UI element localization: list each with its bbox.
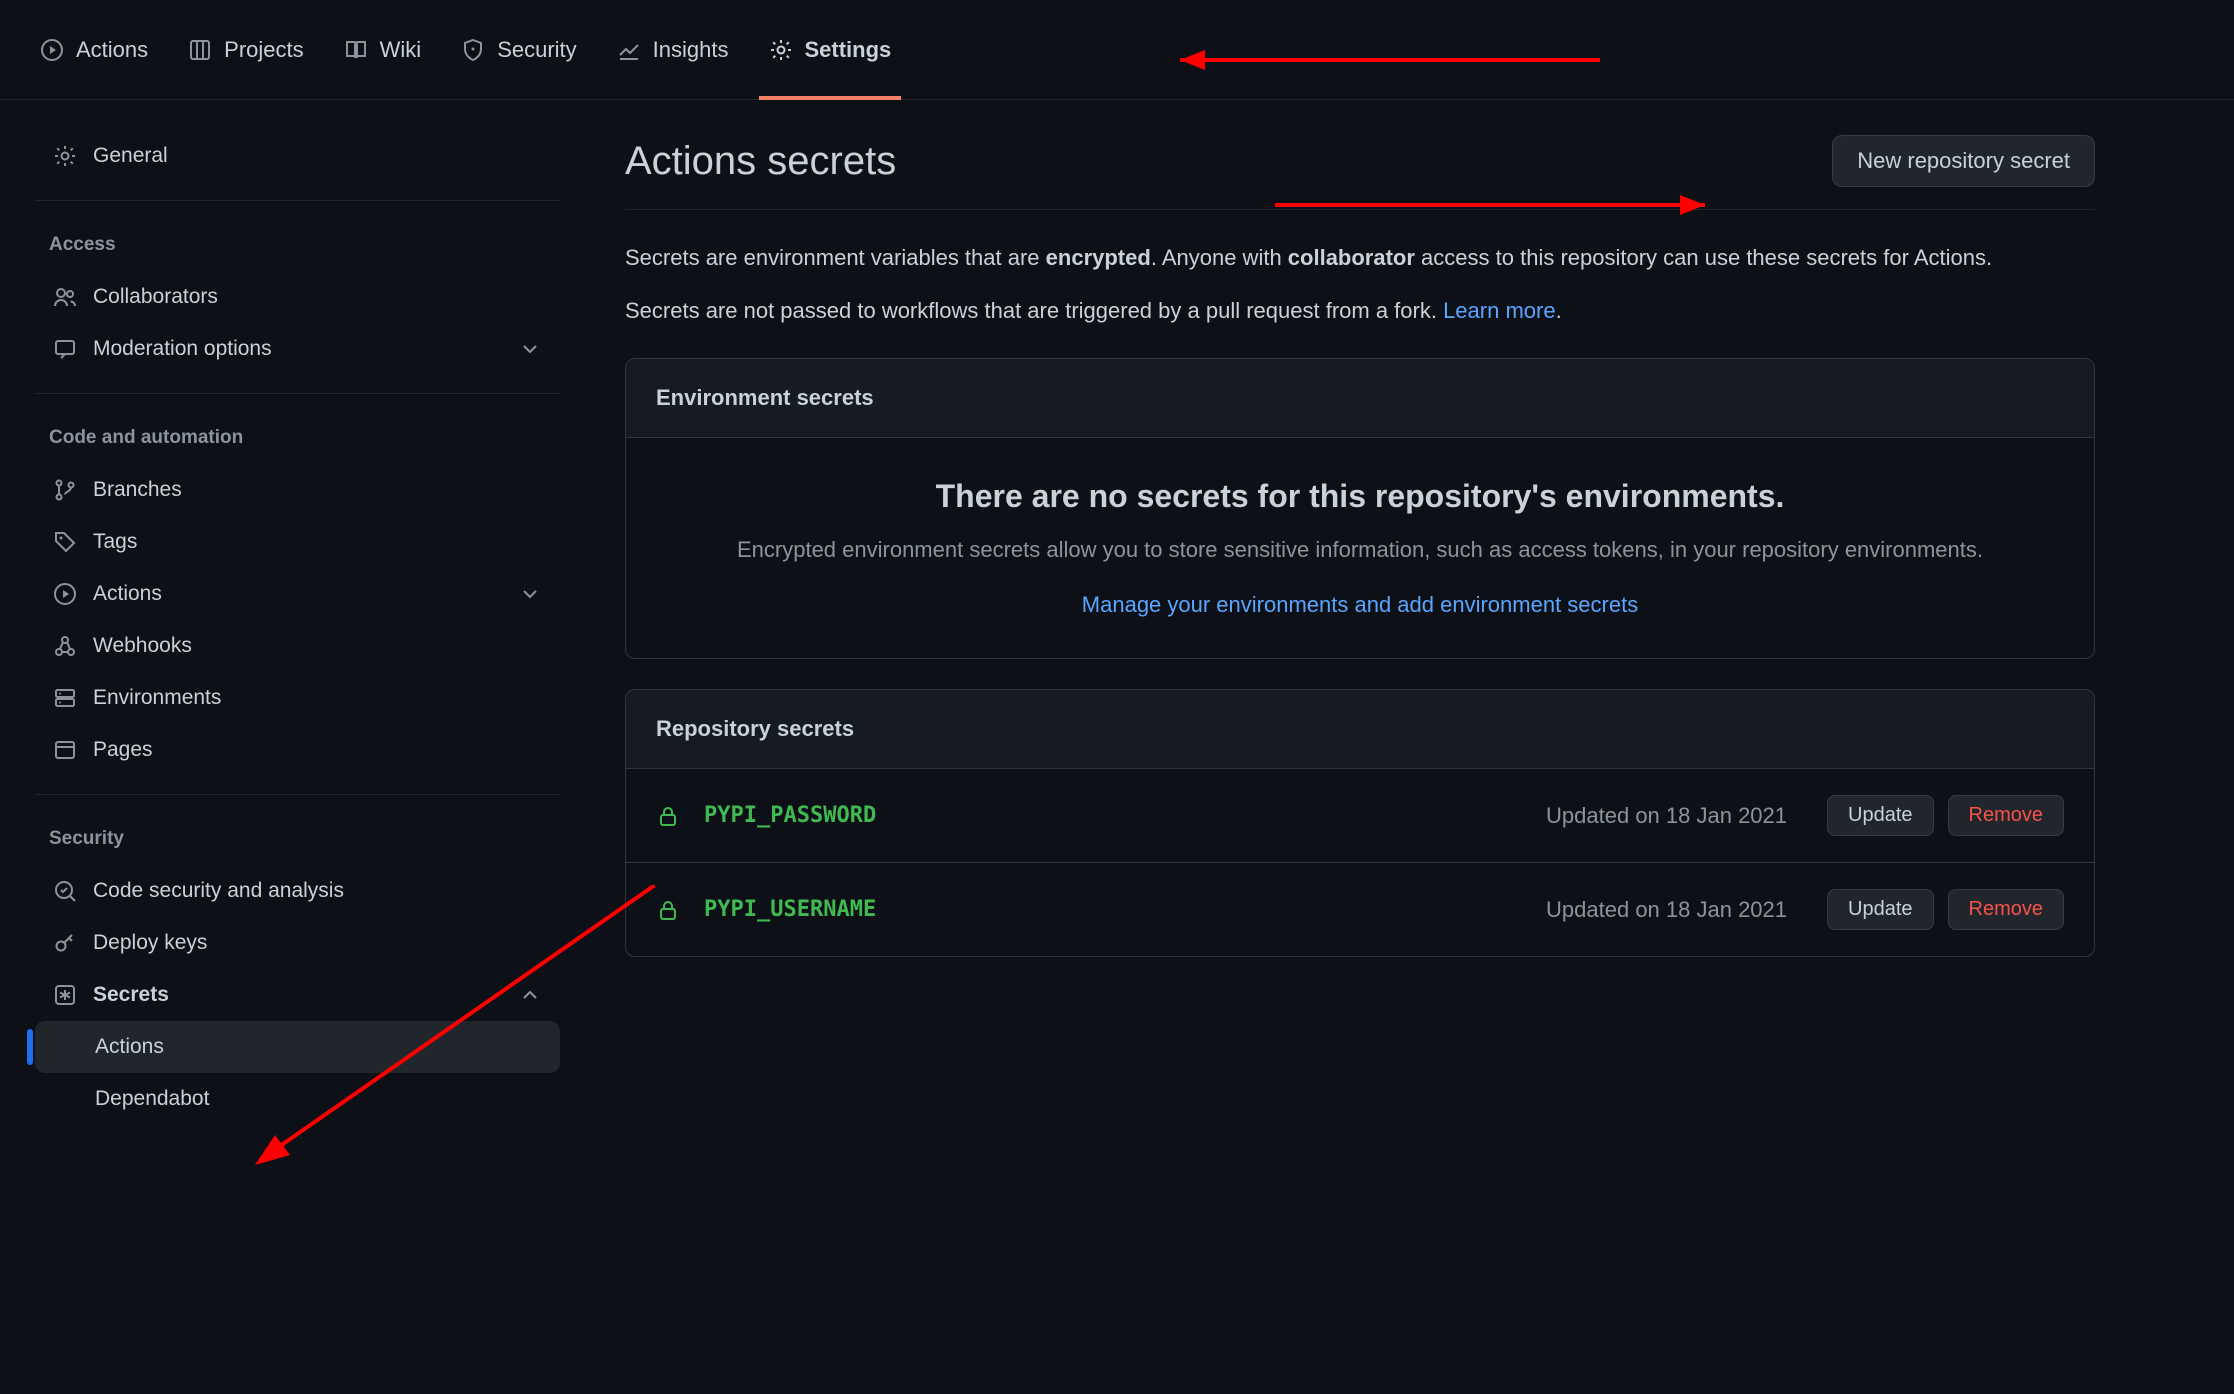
tab-label: Projects [224,37,303,63]
sidebar-item-label: Moderation options [93,337,272,361]
learn-more-link[interactable]: Learn more [1443,298,1556,323]
play-icon [53,582,77,606]
repo-tabs: Actions Projects Wiki Security Insights … [0,0,2234,100]
codescan-icon [53,879,77,903]
gear-icon [53,144,77,168]
chevron-down-icon [518,337,542,361]
project-icon [188,38,212,62]
sidebar-item-label: Environments [93,686,221,710]
empty-description: Encrypted environment secrets allow you … [686,533,2034,566]
remove-button[interactable]: Remove [1948,795,2064,836]
tab-projects[interactable]: Projects [188,0,303,100]
page-title: Actions secrets [625,139,896,184]
sidebar-item-label: Webhooks [93,634,192,658]
sidebar-item-label: Pages [93,738,153,762]
update-button[interactable]: Update [1827,795,1934,836]
sidebar-moderation[interactable]: Moderation options [35,323,560,375]
gear-icon [769,38,793,62]
secret-row: PYPI_PASSWORD Updated on 18 Jan 2021 Upd… [626,769,2094,863]
tab-label: Security [497,37,576,63]
new-repository-secret-button[interactable]: New repository secret [1832,135,2095,187]
environment-secrets-panel: Environment secrets There are no secrets… [625,358,2095,659]
panel-title: Repository secrets [626,690,2094,769]
settings-sidebar: General Access Collaborators Moderation … [0,100,590,1191]
sidebar-item-label: Branches [93,478,182,502]
sidebar-item-label: Tags [93,530,137,554]
panel-title: Environment secrets [626,359,2094,438]
play-icon [40,38,64,62]
tab-label: Actions [76,37,148,63]
browser-icon [53,738,77,762]
sidebar-collaborators[interactable]: Collaborators [35,271,560,323]
section-security: Security [35,813,560,865]
tab-label: Wiki [380,37,422,63]
secret-name: PYPI_PASSWORD [704,803,876,828]
key-icon [53,931,77,955]
sidebar-item-label: Secrets [93,983,169,1007]
tab-label: Settings [805,37,892,63]
tab-wiki[interactable]: Wiki [344,0,422,100]
chevron-up-icon [518,983,542,1007]
people-icon [53,285,77,309]
sidebar-pages[interactable]: Pages [35,724,560,776]
webhook-icon [53,634,77,658]
sidebar-item-label: Dependabot [95,1087,209,1110]
sidebar-branches[interactable]: Branches [35,464,560,516]
graph-icon [617,38,641,62]
sidebar-item-label: General [93,144,168,168]
sidebar-general[interactable]: General [35,130,560,182]
description-1: Secrets are environment variables that a… [625,240,2095,275]
sidebar-environments[interactable]: Environments [35,672,560,724]
tab-security[interactable]: Security [461,0,576,100]
secret-updated: Updated on 18 Jan 2021 [1546,803,1787,829]
sidebar-item-label: Actions [93,582,162,606]
secret-name: PYPI_USERNAME [704,897,876,922]
manage-environments-link[interactable]: Manage your environments and add environ… [1082,592,1638,617]
tab-label: Insights [653,37,729,63]
chevron-down-icon [518,582,542,606]
remove-button[interactable]: Remove [1948,889,2064,930]
book-icon [344,38,368,62]
sidebar-item-label: Code security and analysis [93,879,344,903]
repository-secrets-panel: Repository secrets PYPI_PASSWORD Updated… [625,689,2095,957]
sidebar-item-label: Collaborators [93,285,218,309]
section-access: Access [35,219,560,271]
sidebar-secrets-dependabot[interactable]: Dependabot [35,1073,560,1125]
sidebar-deploy-keys[interactable]: Deploy keys [35,917,560,969]
secret-row: PYPI_USERNAME Updated on 18 Jan 2021 Upd… [626,863,2094,956]
tab-settings[interactable]: Settings [769,0,892,100]
sidebar-item-label: Actions [95,1035,164,1058]
branch-icon [53,478,77,502]
comment-icon [53,337,77,361]
tab-insights[interactable]: Insights [617,0,729,100]
main-content: Actions secrets New repository secret Se… [590,100,2130,1191]
sidebar-actions[interactable]: Actions [35,568,560,620]
update-button[interactable]: Update [1827,889,1934,930]
server-icon [53,686,77,710]
sidebar-webhooks[interactable]: Webhooks [35,620,560,672]
empty-title: There are no secrets for this repository… [686,478,2034,515]
tab-actions[interactable]: Actions [40,0,148,100]
asterisk-icon [53,983,77,1007]
tag-icon [53,530,77,554]
sidebar-secrets-actions[interactable]: Actions [35,1021,560,1073]
sidebar-code-security[interactable]: Code security and analysis [35,865,560,917]
sidebar-item-label: Deploy keys [93,931,207,955]
description-2: Secrets are not passed to workflows that… [625,293,2095,328]
sidebar-secrets[interactable]: Secrets [35,969,560,1021]
shield-icon [461,38,485,62]
secret-updated: Updated on 18 Jan 2021 [1546,897,1787,923]
lock-icon [656,804,680,828]
section-code-automation: Code and automation [35,412,560,464]
sidebar-tags[interactable]: Tags [35,516,560,568]
lock-icon [656,898,680,922]
